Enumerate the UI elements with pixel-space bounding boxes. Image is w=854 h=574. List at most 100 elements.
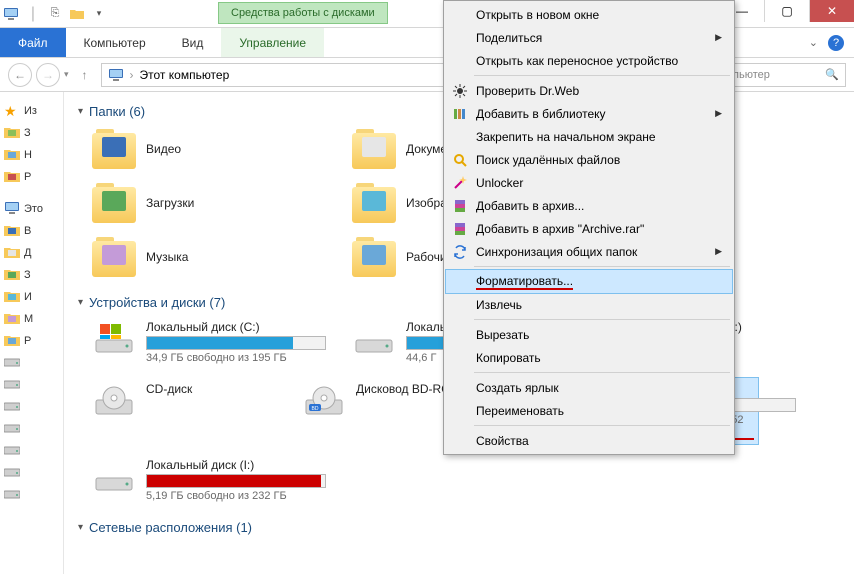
help-icon[interactable]: ?	[828, 35, 844, 51]
tree-item[interactable]	[2, 418, 61, 440]
quick-access-toolbar: | ⎘ ▾	[0, 0, 108, 27]
search-input[interactable]: пьютер 🔍	[726, 63, 846, 87]
folder-icon	[4, 267, 20, 283]
drive-item[interactable]: CD-диск	[88, 378, 288, 444]
tree-item[interactable]: В	[2, 220, 61, 242]
menu-item[interactable]: Синхронизация общих папок ▶	[446, 240, 732, 263]
menu-separator	[474, 372, 730, 373]
menu-item[interactable]: Unlocker	[446, 171, 732, 194]
close-button[interactable]: ✕	[809, 0, 854, 22]
menu-item-label: Поиск удалённых файлов	[476, 153, 620, 167]
breadcrumb-location[interactable]: Этот компьютер	[140, 68, 230, 82]
section-network[interactable]: ▾ Сетевые расположения (1)	[78, 514, 854, 541]
tab-file[interactable]: Файл	[0, 28, 66, 57]
menu-item-label: Добавить в архив...	[476, 199, 584, 213]
tree-item[interactable]	[2, 462, 61, 484]
tab-view[interactable]: Вид	[164, 28, 222, 57]
tree-item[interactable]	[2, 484, 61, 506]
submenu-arrow-icon: ▶	[715, 246, 722, 257]
menu-item[interactable]: Поделиться ▶	[446, 26, 732, 49]
menu-item-label: Свойства	[476, 434, 529, 448]
folder-icon	[4, 311, 20, 327]
properties-icon[interactable]: ⎘	[46, 5, 64, 23]
menu-item[interactable]: Добавить в архив "Archive.rar"	[446, 217, 732, 240]
new-folder-icon[interactable]	[68, 5, 86, 23]
history-chevron-icon[interactable]: ▾	[64, 69, 69, 80]
tree-item[interactable]	[2, 396, 61, 418]
menu-item-label: Форматировать...	[476, 273, 573, 290]
back-button[interactable]: ←	[8, 63, 32, 87]
star-icon: ★	[4, 103, 20, 119]
tree-item[interactable]: Р	[2, 330, 61, 352]
tree-item[interactable]: Р	[2, 166, 61, 188]
drive-icon	[4, 487, 20, 503]
menu-item[interactable]: Свойства	[446, 429, 732, 452]
tree-item[interactable]	[2, 352, 61, 374]
drive-item[interactable]: Локальный диск (I:) 5,19 ГБ свободно из …	[88, 454, 338, 506]
menu-item[interactable]: Поиск удалённых файлов	[446, 148, 732, 171]
drive-name: Локальный диск (C:)	[146, 320, 334, 334]
search-placeholder: пьютер	[733, 69, 770, 81]
tree-this-pc[interactable]: Это	[2, 198, 61, 220]
menu-item[interactable]: Проверить Dr.Web	[446, 79, 732, 102]
drive-icon	[92, 382, 136, 420]
menu-item-label: Извлечь	[476, 298, 522, 312]
menu-item[interactable]: Переименовать	[446, 399, 732, 422]
rar-icon	[452, 198, 468, 214]
drive-icon	[4, 399, 20, 415]
drive-item[interactable]: Локальный диск (C:) 34,9 ГБ свободно из …	[88, 316, 338, 368]
disk-tools-contextual-tab[interactable]: Средства работы с дисками	[218, 2, 388, 24]
tree-item[interactable]: Д	[2, 242, 61, 264]
qat-chevron-icon[interactable]: ▾	[90, 5, 108, 23]
menu-item-label: Unlocker	[476, 176, 523, 190]
menu-item[interactable]: Закрепить на начальном экране	[446, 125, 732, 148]
tree-item[interactable]: И	[2, 286, 61, 308]
tree-item[interactable]	[2, 440, 61, 462]
menu-item[interactable]: Извлечь	[446, 293, 732, 316]
menu-item[interactable]: Открыть в новом окне	[446, 3, 732, 26]
drive-name: CD-диск	[146, 382, 284, 396]
tree-item[interactable]: Н	[2, 144, 61, 166]
menu-item[interactable]: Форматировать...	[446, 270, 732, 293]
wand-icon	[452, 175, 468, 191]
tab-manage[interactable]: Управление	[221, 28, 324, 57]
menu-item[interactable]: Копировать	[446, 346, 732, 369]
menu-item[interactable]: Добавить в библиотеку ▶	[446, 102, 732, 125]
navigation-tree[interactable]: ★Из ЗНР Это ВДЗИМР	[0, 92, 64, 574]
folder-icon	[352, 237, 396, 277]
up-button[interactable]: ↑	[73, 63, 97, 87]
folder-item[interactable]: Загрузки	[88, 179, 338, 227]
tree-item[interactable]: М	[2, 308, 61, 330]
menu-item-label: Проверить Dr.Web	[476, 84, 579, 98]
chevron-down-icon: ▾	[78, 106, 83, 117]
folder-icon	[92, 129, 136, 169]
tree-item[interactable]	[2, 374, 61, 396]
menu-item-label: Поделиться	[476, 31, 542, 45]
forward-button[interactable]: →	[36, 63, 60, 87]
tab-computer[interactable]: Компьютер	[66, 28, 164, 57]
context-menu[interactable]: Открыть в новом окне Поделиться ▶ Открыт…	[443, 0, 735, 455]
folder-icon	[4, 289, 20, 305]
ribbon-expand-icon[interactable]: ⌄	[809, 36, 818, 49]
tree-favorites[interactable]: ★Из	[2, 100, 61, 122]
folder-item[interactable]: Музыка	[88, 233, 338, 281]
menu-item-label: Открыть как переносное устройство	[476, 54, 678, 68]
maximize-button[interactable]: ▢	[764, 0, 809, 22]
folder-item[interactable]: Видео	[88, 125, 338, 173]
menu-item[interactable]: Вырезать	[446, 323, 732, 346]
tree-item[interactable]: З	[2, 122, 61, 144]
menu-item[interactable]: Создать ярлык	[446, 376, 732, 399]
menu-item[interactable]: Добавить в архив...	[446, 194, 732, 217]
chevron-down-icon: ▾	[78, 297, 83, 308]
menu-item-label: Закрепить на начальном экране	[476, 130, 656, 144]
tree-item[interactable]: З	[2, 264, 61, 286]
menu-item-label: Добавить в архив "Archive.rar"	[476, 222, 644, 236]
menu-item[interactable]: Открыть как переносное устройство	[446, 49, 732, 72]
menu-item-label: Открыть в новом окне	[476, 8, 599, 22]
drive-icon	[4, 421, 20, 437]
window-controls: — ▢ ✕	[719, 0, 854, 27]
menu-item-label: Копировать	[476, 351, 541, 365]
menu-separator	[474, 75, 730, 76]
drive-icon	[92, 458, 136, 496]
menu-item-label: Создать ярлык	[476, 381, 559, 395]
